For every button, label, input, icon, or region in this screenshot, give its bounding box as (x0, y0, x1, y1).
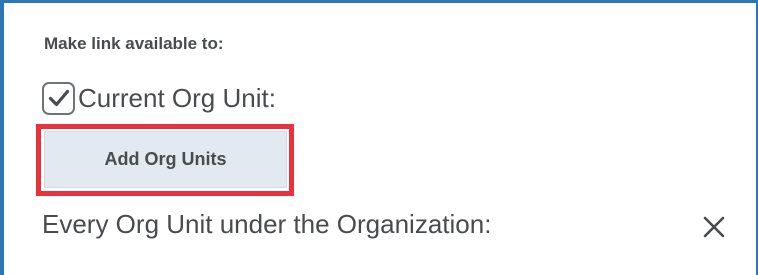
remove-every-org-unit-button[interactable] (699, 212, 729, 242)
close-icon (703, 216, 725, 238)
current-org-unit-label: Current Org Unit: (78, 83, 276, 113)
section-label: Make link available to: (44, 34, 224, 53)
checkmark-icon (48, 89, 69, 107)
add-org-units-button[interactable]: Add Org Units (44, 131, 287, 188)
every-org-unit-label: Every Org Unit under the Organization: (42, 209, 492, 239)
current-org-unit-row[interactable]: Current Org Unit: (42, 80, 276, 116)
current-org-unit-checkbox[interactable] (42, 81, 75, 115)
